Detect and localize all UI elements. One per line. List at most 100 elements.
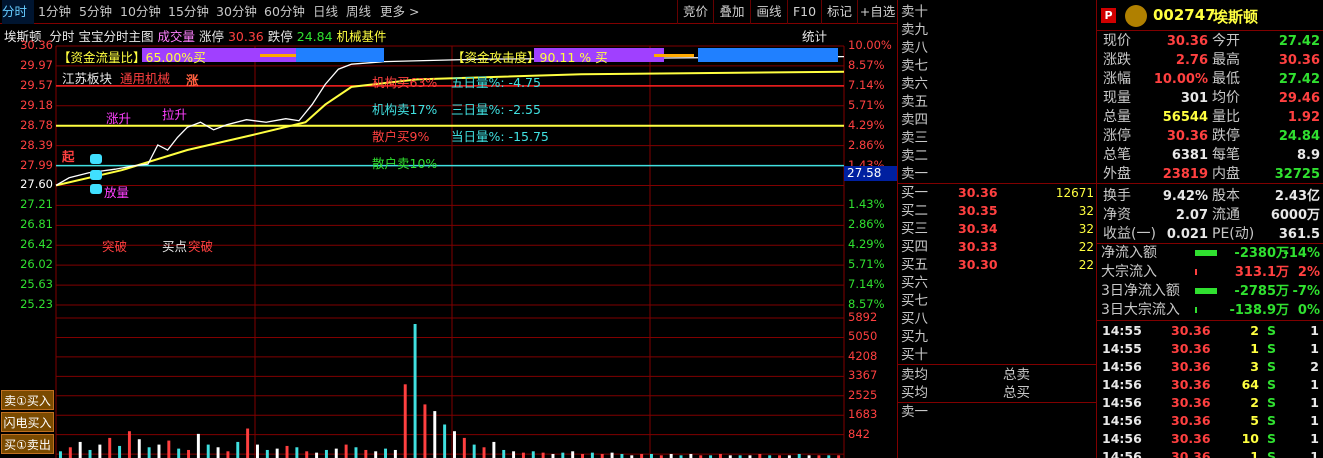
quote-label: 总量	[1103, 109, 1131, 125]
volume-bar	[127, 431, 131, 458]
volume-bar	[196, 433, 200, 458]
fund-flow-label: 大宗流入	[1101, 264, 1157, 280]
trade-count: 1	[1310, 395, 1319, 410]
quote-label: 最高	[1212, 52, 1240, 68]
price-tick: 26.02	[20, 257, 53, 272]
trade-direction: S	[1267, 359, 1277, 374]
buy-level-row[interactable]: 买三 30.34 32	[898, 220, 1096, 238]
buy-level-volume: 22	[1078, 258, 1094, 272]
buy-level-row[interactable]: 买五 30.30 22	[898, 256, 1096, 274]
trade-volume: 64	[1241, 377, 1259, 392]
trade-volume: 1	[1250, 341, 1259, 356]
buy-level-row[interactable]: 买四 30.33 22	[898, 238, 1096, 256]
tab-more[interactable]: 更多 >	[380, 0, 419, 24]
buy-level-row[interactable]: 买八	[898, 310, 1096, 328]
sell-level-label: 卖一	[901, 166, 928, 182]
sell-level-row[interactable]: 卖六	[898, 75, 1096, 93]
quote-divider-3	[1097, 183, 1323, 184]
sell-level-row[interactable]: 卖四	[898, 111, 1096, 129]
sell-level-label: 卖五	[901, 94, 928, 110]
buy-level-row[interactable]: 买十	[898, 346, 1096, 364]
volume-bar	[305, 451, 309, 458]
fund-flow-label: 3日大宗流入	[1101, 302, 1180, 318]
volume-bar	[561, 452, 565, 458]
mark-button[interactable]: 标记	[821, 0, 857, 24]
volume-bar	[206, 444, 210, 458]
butterfly-icon-3	[90, 184, 102, 194]
signal-tuchu: 突破	[188, 239, 214, 254]
volume-bar	[531, 451, 535, 458]
quote-label: 每笔	[1212, 147, 1240, 163]
tab-60min[interactable]: 60分钟	[264, 0, 305, 24]
volume-axis: 5892 5050 4208 3367 2525 1683 842	[844, 24, 897, 458]
tab-5min[interactable]: 5分钟	[79, 0, 112, 24]
price-tick: 26.42	[20, 237, 53, 252]
draw-line-button[interactable]: 画线	[750, 0, 787, 24]
volume-bar	[758, 453, 762, 458]
add-watchlist-button[interactable]: +自选	[857, 0, 897, 24]
volume-bar	[334, 448, 338, 458]
sell-level-row[interactable]: 卖五	[898, 93, 1096, 111]
volume-5day: 五日量%: -4.75	[451, 75, 541, 90]
indicator-name[interactable]: 宝宝分时主图	[78, 29, 153, 44]
volume-bar	[98, 444, 102, 458]
sell-level-row[interactable]: 卖九	[898, 21, 1096, 39]
trade-volume: 10	[1241, 431, 1259, 446]
price-tick: 27.99	[20, 157, 53, 172]
volume-bar	[324, 449, 328, 458]
order-book: 卖十 卖九 卖八 卖七 卖六 卖五 卖四 卖三 卖二 卖一 买一 30.36 12671 买二 30.35…	[897, 0, 1097, 458]
trade-row: 14:55 30.36 2 S 1	[1097, 322, 1323, 340]
stats-button[interactable]: 统计	[802, 26, 827, 45]
trade-direction: S	[1267, 323, 1277, 338]
buy-level-row[interactable]: 买二 30.35 32	[898, 202, 1096, 220]
period-toolbar: 分时 1分钟 5分钟 10分钟 15分钟 30分钟 60分钟 日线 周线 更多 …	[0, 0, 897, 24]
volume-bar	[462, 437, 466, 458]
quote-label: 涨停	[1103, 128, 1131, 144]
quote-value: 32725	[1274, 167, 1320, 182]
sell1-buy-button[interactable]: 卖①买入	[1, 390, 54, 410]
volume-bar	[433, 411, 437, 458]
flash-buy-button[interactable]: 闪电买入	[1, 412, 54, 432]
fund-flow-pct: -7%	[1292, 284, 1320, 299]
sell-level-row[interactable]: 卖一	[898, 165, 1096, 183]
sell-level-row[interactable]: 卖七	[898, 57, 1096, 75]
tab-daily[interactable]: 日线	[313, 0, 338, 24]
tab-30min[interactable]: 30分钟	[216, 0, 257, 24]
limit-down-label: 跌停	[267, 29, 293, 44]
chart-header: 埃斯顿 分时 宝宝分时主图 成交量 涨停 30.36 跌停 24.84 机械基件	[4, 26, 387, 45]
overlay-button[interactable]: 叠加	[713, 0, 750, 24]
tab-intraday[interactable]: 分时	[2, 0, 34, 24]
tab-weekly[interactable]: 周线	[346, 0, 371, 24]
buy1-sell-button[interactable]: 买①卖出	[1, 434, 54, 454]
price-tick: 29.57	[20, 77, 53, 92]
quote-label: 流通	[1212, 207, 1240, 223]
sell-level-row[interactable]: 卖八	[898, 39, 1096, 57]
sell-level-row[interactable]: 卖三	[898, 129, 1096, 147]
buy-level-row[interactable]: 买九	[898, 328, 1096, 346]
sell-level-row[interactable]: 卖二	[898, 147, 1096, 165]
buy-level-row[interactable]: 买六	[898, 274, 1096, 292]
average-price-line	[55, 70, 845, 187]
inst-sell: 机构卖17%	[372, 102, 438, 117]
tab-1min[interactable]: 1分钟	[38, 0, 71, 24]
buy-avg-label: 买均	[901, 385, 928, 401]
fund-flow-label: 3日净流入额	[1101, 283, 1180, 299]
butterfly-icon-2	[90, 170, 102, 180]
trade-count: 1	[1310, 323, 1319, 338]
tab-15min[interactable]: 15分钟	[168, 0, 209, 24]
intraday-chart[interactable]: 埃斯顿 分时 宝宝分时主图 成交量 涨停 30.36 跌停 24.84 机械基件…	[0, 24, 897, 458]
volume-tick: 4208	[848, 348, 878, 363]
volume-bar	[423, 404, 427, 458]
tab-10min[interactable]: 10分钟	[120, 0, 161, 24]
auction-button[interactable]: 竞价	[677, 0, 713, 24]
sell-level-row[interactable]: 卖十	[898, 3, 1096, 21]
buy-level-row[interactable]: 买七	[898, 292, 1096, 310]
buy-level-price: 30.30	[958, 257, 998, 272]
fund-flow-row: 3日净流入额 -2785万 -7%	[1097, 282, 1323, 301]
volume-bar	[88, 449, 92, 458]
buy-level-row[interactable]: 买一 30.36 12671	[898, 184, 1096, 202]
trade-price: 30.36	[1171, 341, 1211, 356]
volume-bar	[236, 441, 240, 458]
f10-button[interactable]: F10	[787, 0, 821, 24]
inst-buy: 机构买63%	[372, 75, 438, 90]
